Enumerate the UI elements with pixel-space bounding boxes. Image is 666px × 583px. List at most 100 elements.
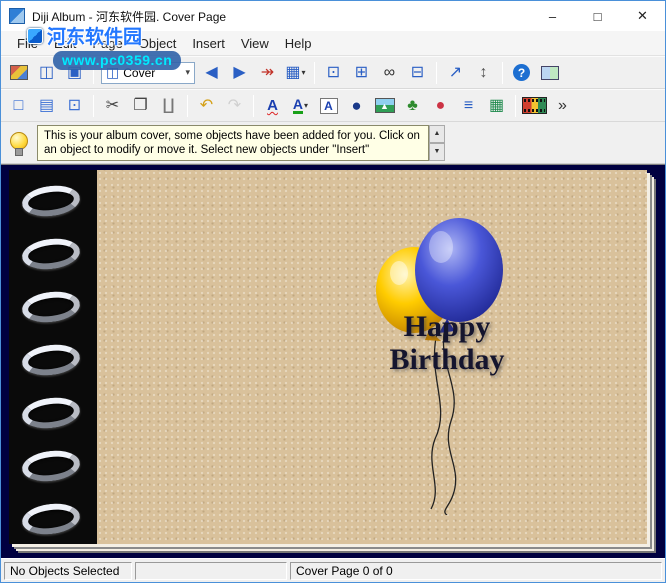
goto-last-page-icon: ↠	[261, 65, 274, 81]
menu-item-file[interactable]: File	[9, 32, 46, 55]
minimize-button[interactable]: –	[530, 1, 575, 31]
new-page-icon: □	[14, 98, 24, 114]
new-page-button[interactable]: □	[5, 93, 32, 119]
delete-icon: ∐	[162, 98, 174, 114]
redo-button[interactable]: ↷	[221, 93, 248, 119]
search-icon: ∞	[384, 65, 395, 81]
balloon-highlight	[390, 261, 408, 285]
media-clip-icon	[522, 97, 547, 114]
status-page-info: Cover Page 0 of 0	[290, 562, 662, 580]
tip-next-button[interactable]: ▼	[429, 143, 445, 161]
menu-item-page[interactable]: Page	[84, 32, 130, 55]
album-preview-icon: ▣	[67, 65, 82, 81]
shape-object-button[interactable]: ●	[427, 93, 454, 119]
close-button[interactable]: ✕	[620, 1, 665, 31]
spiral-ring	[20, 236, 81, 273]
copy-button[interactable]: ❐	[127, 93, 154, 119]
menu-item-help[interactable]: Help	[277, 32, 320, 55]
export-button[interactable]: ↗	[442, 60, 469, 86]
table-object-button[interactable]: ▦	[483, 93, 510, 119]
font-button[interactable]: A	[259, 93, 286, 119]
app-window: Diji Album - 河东软件园. Cover Page – □ ✕ 河东软…	[0, 0, 666, 583]
font-color-button[interactable]: A▾	[287, 93, 314, 119]
workspace: Happy Birthday	[1, 164, 665, 558]
cover-paper[interactable]: Happy Birthday	[97, 170, 647, 544]
undo-icon: ↶	[200, 98, 213, 114]
more-tools-icon: »	[558, 98, 567, 114]
menu-item-object[interactable]: Object	[131, 32, 185, 55]
spiral-ring	[20, 342, 81, 379]
zoom-slider-icon: ↕	[480, 65, 488, 81]
tip-spinner: ▲ ▼	[429, 125, 445, 161]
ellipse-object-button[interactable]: ●	[343, 93, 370, 119]
annotation-list-button[interactable]: ≡	[455, 93, 482, 119]
menu-bar: FileEditPageObjectInsertViewHelp	[1, 31, 665, 56]
clipart-object-button[interactable]: ♣	[399, 93, 426, 119]
chevron-down-icon: ▾	[185, 67, 190, 78]
toolbar-separator	[93, 62, 94, 84]
previous-page-button[interactable]: ◀	[198, 60, 225, 86]
next-page-icon: ▶	[233, 65, 245, 81]
slideshow-button[interactable]: ⊡	[320, 60, 347, 86]
slideshow-icon: ⊡	[327, 65, 340, 81]
toolbar-separator	[502, 62, 503, 84]
album-wizard-button[interactable]	[5, 60, 32, 86]
image-finder-icon: ⊟	[411, 65, 424, 81]
app-icon	[9, 8, 25, 24]
blue-balloon	[415, 218, 503, 322]
maximize-button[interactable]: □	[575, 1, 620, 31]
open-album-icon: ◫	[39, 65, 54, 81]
toolbar-separator	[515, 95, 516, 117]
duplicate-page-icon: ▤	[39, 98, 54, 114]
cut-button[interactable]: ✂	[99, 93, 126, 119]
delete-button[interactable]: ∐	[155, 93, 182, 119]
next-page-button[interactable]: ▶	[226, 60, 253, 86]
album-page[interactable]: Happy Birthday	[9, 170, 647, 544]
help-icon: ?	[513, 64, 530, 81]
image-finder-button[interactable]: ⊟	[404, 60, 431, 86]
toolbar-main: ◫ ▣ ◫Cover▾ ◀ ▶ ↠ ▦▾ ⊡ ⊞ ∞ ⊟ ↗ ↕?	[1, 56, 665, 89]
toolbar-separator	[436, 62, 437, 84]
open-album-button[interactable]: ◫	[33, 60, 60, 86]
page-selector-combo[interactable]: ◫Cover▾	[101, 62, 195, 84]
album-preview-button[interactable]: ▣	[61, 60, 88, 86]
search-button[interactable]: ∞	[376, 60, 403, 86]
tip-text: This is your album cover, some objects h…	[37, 125, 429, 161]
spiral-ring	[20, 395, 81, 432]
menu-item-insert[interactable]: Insert	[184, 32, 233, 55]
toolbar-separator	[93, 95, 94, 117]
split-view-button[interactable]	[536, 60, 563, 86]
toolbar-separator	[314, 62, 315, 84]
undo-button[interactable]: ↶	[193, 93, 220, 119]
copy-icon: ❐	[133, 98, 147, 114]
zoom-slider-button[interactable]: ↕	[470, 60, 497, 86]
tip-previous-button[interactable]: ▲	[429, 125, 445, 143]
chevron-down-icon: ▾	[302, 68, 306, 77]
import-page-icon: ⊡	[68, 98, 81, 114]
previous-page-icon: ◀	[205, 65, 217, 81]
tip-bar: This is your album cover, some objects h…	[1, 122, 665, 164]
help-button[interactable]: ?	[508, 60, 535, 86]
export-icon: ↗	[449, 65, 462, 81]
goto-last-page-button[interactable]: ↠	[254, 60, 281, 86]
image-object-icon: ▲	[375, 98, 395, 113]
page-sorter-button[interactable]: ▦▾	[282, 60, 309, 86]
more-tools-button[interactable]: »	[549, 93, 576, 119]
spiral-binding	[9, 170, 97, 544]
balloon-highlight	[429, 231, 453, 263]
duplicate-page-button[interactable]: ▤	[33, 93, 60, 119]
menu-item-view[interactable]: View	[233, 32, 277, 55]
font-icon: A	[267, 98, 278, 113]
cut-icon: ✂	[106, 98, 119, 114]
font-color-icon: A	[293, 97, 303, 114]
text-object-button[interactable]: A	[315, 93, 342, 119]
shape-object-icon: ●	[436, 98, 446, 114]
spiral-ring	[20, 501, 81, 538]
menu-item-edit[interactable]: Edit	[46, 32, 84, 55]
image-object-button[interactable]: ▲	[371, 93, 398, 119]
media-clip-button[interactable]	[521, 93, 548, 119]
thumbnail-browser-button[interactable]: ⊞	[348, 60, 375, 86]
toolbar-separator	[253, 95, 254, 117]
cover-title-text[interactable]: Happy Birthday	[287, 310, 607, 376]
import-page-button[interactable]: ⊡	[61, 93, 88, 119]
